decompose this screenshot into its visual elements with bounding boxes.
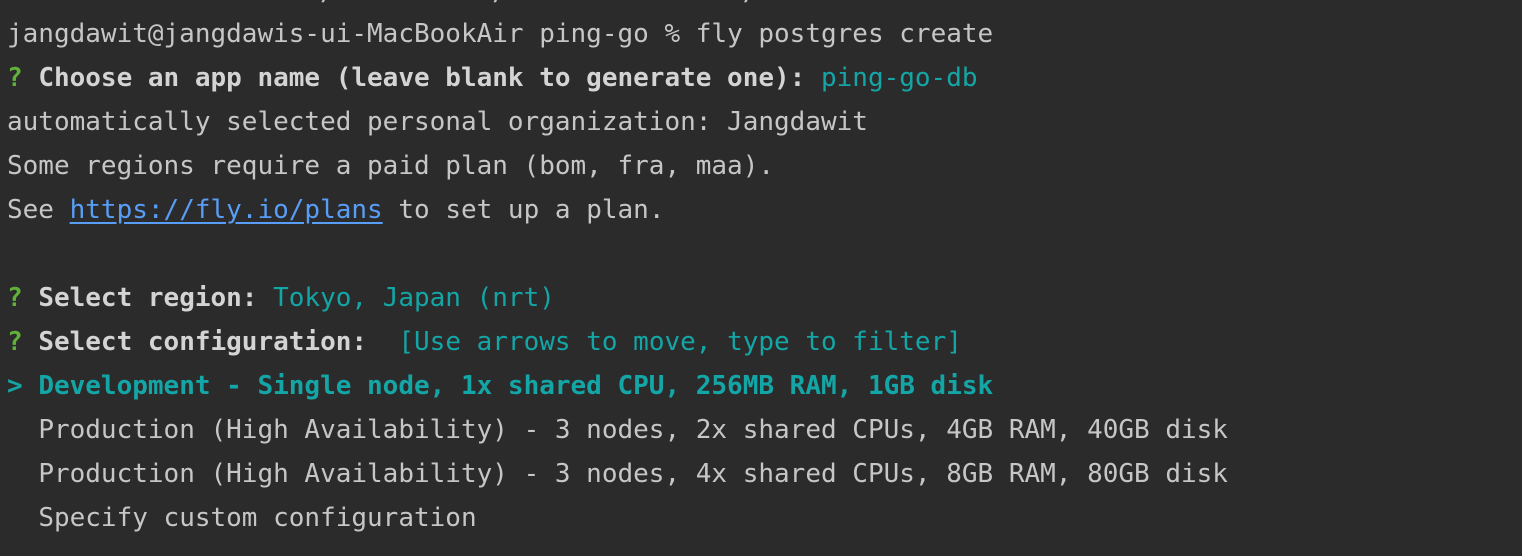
configuration-hint: [Use arrows to move, type to filter]: [398, 327, 962, 357]
question-mark-icon: ?: [7, 63, 23, 93]
selection-cursor-icon: >: [7, 371, 23, 401]
configuration-question: Select configuration:: [38, 327, 368, 357]
config-option-label: Specify custom configuration: [38, 503, 477, 533]
prompt-user-host: jangdawit@jangdawis-ui-MacBookAir: [7, 19, 524, 49]
question-mark-icon: ?: [7, 283, 23, 313]
config-option-label: Production (High Availability) - 3 nodes…: [38, 459, 1228, 489]
prompt-directory: ping-go: [539, 19, 649, 49]
config-option-production-2x[interactable]: Production (High Availability) - 3 nodes…: [7, 408, 1228, 452]
terminal-window[interactable]: / / / jangdawit@jangdawis-ui-MacBookAir …: [0, 0, 1522, 556]
prompt-symbol: %: [664, 19, 681, 49]
app-name-question: Choose an app name (leave blank to gener…: [38, 63, 806, 93]
app-name-answer: ping-go-db: [820, 63, 978, 93]
plans-info-prefix: See: [7, 195, 54, 225]
config-option-label: Production (High Availability) - 3 nodes…: [38, 415, 1228, 445]
config-option-production-4x[interactable]: Production (High Availability) - 3 nodes…: [7, 452, 1228, 496]
config-option-development[interactable]: > Development - Single node, 1x shared C…: [7, 364, 993, 408]
config-option-custom[interactable]: Specify custom configuration: [7, 496, 477, 540]
config-option-label: Development - Single node, 1x shared CPU…: [38, 371, 994, 401]
command-prompt-line: jangdawit@jangdawis-ui-MacBookAir ping-g…: [7, 12, 993, 56]
organization-info-line: automatically selected personal organiza…: [7, 107, 868, 137]
region-question-line: ? Select region: Tokyo, Japan (nrt): [7, 276, 555, 320]
configuration-question-line: ? Select configuration: [Use arrows to m…: [7, 320, 962, 364]
plans-info-suffix: to set up a plan.: [398, 195, 665, 225]
plans-link[interactable]: https://fly.io/plans: [70, 195, 383, 225]
command-text: fly postgres create: [695, 19, 994, 49]
plans-info-line: See https://fly.io/plans to set up a pla…: [7, 188, 664, 232]
region-question: Select region:: [38, 283, 258, 313]
app-name-question-line: ? Choose an app name (leave blank to gen…: [7, 56, 978, 100]
region-answer: Tokyo, Japan (nrt): [273, 283, 555, 313]
regions-info-line: Some regions require a paid plan (bom, f…: [7, 151, 775, 181]
question-mark-icon: ?: [7, 327, 23, 357]
